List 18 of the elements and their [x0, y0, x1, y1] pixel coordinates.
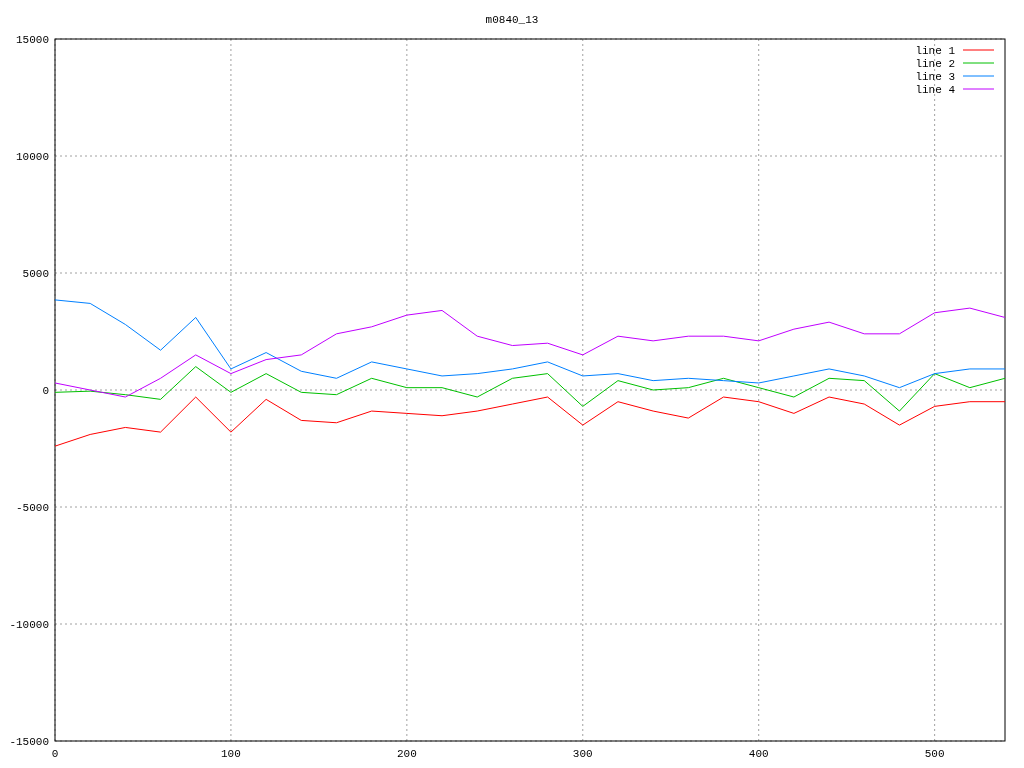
legend-label: line 2	[915, 58, 955, 70]
legend-label: line 3	[915, 71, 955, 83]
y-tick-label: -15000	[9, 736, 49, 748]
y-tick-label: 15000	[16, 34, 49, 46]
legend-label: line 1	[915, 45, 955, 57]
y-tick-label: 5000	[22, 268, 49, 280]
y-tick-label: -10000	[9, 619, 49, 631]
x-tick-label: 0	[51, 748, 59, 760]
legend-label: line 4	[915, 84, 955, 96]
x-tick-label: 300	[572, 748, 593, 760]
x-tick-label: 400	[748, 748, 769, 760]
y-tick-label: -5000	[16, 502, 49, 514]
y-tick-label: 0	[42, 385, 49, 397]
x-tick-label: 100	[221, 748, 241, 760]
x-tick-label: 200	[396, 748, 417, 760]
chart-title: m0840_13	[485, 14, 539, 26]
y-tick-label: 10000	[16, 151, 49, 163]
x-tick-label: 500	[924, 748, 945, 760]
